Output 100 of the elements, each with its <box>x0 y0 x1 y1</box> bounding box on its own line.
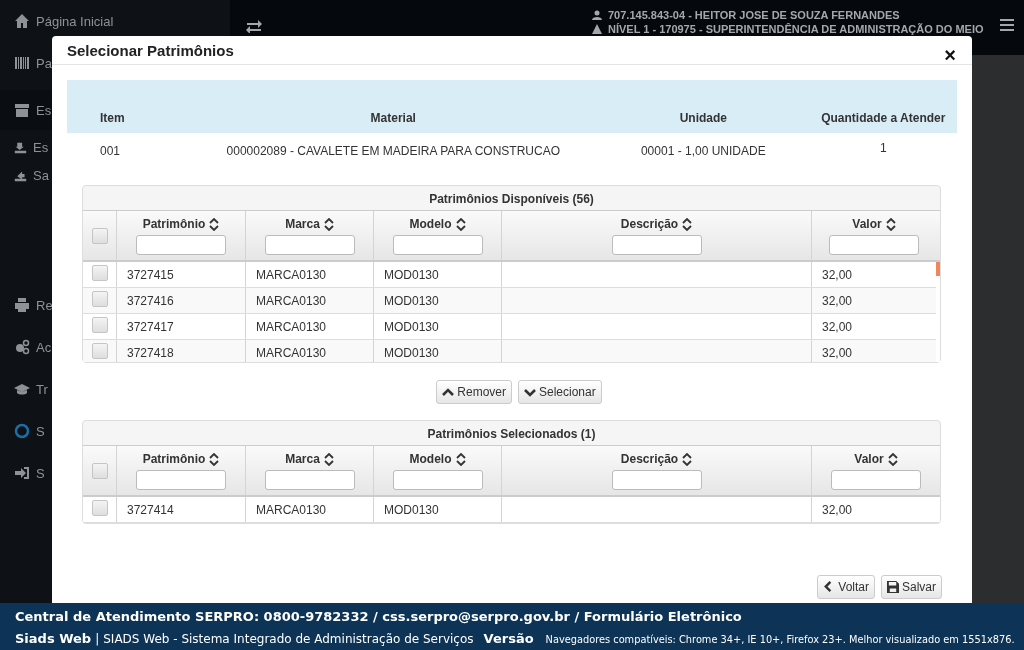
unit-name: NÍVEL 1 - 170975 - SUPERINTENDÊNCIA DE ADMINISTRAÇÃO DO MEIO <box>608 23 984 35</box>
sidebar-item[interactable]: Es <box>0 134 49 160</box>
column-header[interactable]: Patrimônio <box>142 452 206 466</box>
column-header[interactable]: Marca <box>285 452 320 466</box>
filter-field[interactable] <box>831 470 921 490</box>
table-cell: MOD0130 <box>374 497 502 522</box>
graduation-cap-icon <box>14 381 30 397</box>
table-cell: 3727415 <box>117 262 246 287</box>
barcode-icon <box>14 55 30 71</box>
home-icon <box>14 13 30 29</box>
sidebar-item[interactable]: Página Inicial <box>0 6 114 36</box>
sidebar-item[interactable]: Pa <box>0 48 52 78</box>
dialog-button[interactable]: Voltar <box>817 575 875 599</box>
sort-icon <box>885 217 896 231</box>
checkbox[interactable] <box>91 227 108 244</box>
checkbox[interactable] <box>91 343 108 359</box>
separator-text: | <box>95 631 100 648</box>
checkbox[interactable] <box>91 500 108 516</box>
sort-icon <box>455 217 466 231</box>
checkbox[interactable] <box>91 265 108 281</box>
chevron-down-icon <box>524 386 536 398</box>
dialog-button[interactable]: Salvar <box>881 575 942 599</box>
sidebar-item[interactable]: Es <box>0 90 52 130</box>
table-cell: 1 <box>809 133 957 169</box>
close-button[interactable]: × <box>944 47 956 63</box>
column-header[interactable]: Marca <box>285 217 320 231</box>
sort-icon <box>323 217 334 231</box>
checkbox[interactable] <box>91 462 108 479</box>
checkbox[interactable] <box>91 317 108 333</box>
filter-field[interactable] <box>611 235 702 255</box>
column-header: Material <box>189 80 598 133</box>
inbox-icon <box>14 140 27 154</box>
sort-icon <box>209 217 220 231</box>
table-cell: MARCA0130 <box>246 262 374 287</box>
column-header: Quantidade a Atender <box>809 80 957 133</box>
table-cell: 001 <box>67 133 190 169</box>
column-header[interactable]: Valor <box>852 217 882 231</box>
sidebar-item[interactable]: Tr <box>0 374 48 404</box>
table-cell-text: 32,00 <box>821 266 854 284</box>
filter-field[interactable] <box>611 470 702 490</box>
sidebar-item[interactable]: Re <box>0 290 53 320</box>
sidebar-item[interactable]: S <box>0 416 45 446</box>
column-header[interactable]: Modelo <box>409 217 452 231</box>
column-header[interactable]: Modelo <box>409 452 452 466</box>
archive-icon <box>14 102 30 118</box>
table-cell: 3727416 <box>117 288 246 313</box>
filter-field[interactable] <box>392 235 483 255</box>
column-header[interactable]: Patrimônio <box>142 217 206 231</box>
filter-field[interactable] <box>264 470 355 490</box>
sort-icon <box>682 217 693 231</box>
app-name: Siads Web <box>15 630 92 648</box>
table-cell: 000002089 - CAVALETE EM MADEIRA PARA CONSTRUCAO <box>189 133 598 169</box>
move-button[interactable]: Remover <box>436 380 512 404</box>
user-name: 707.145.843-04 - HEITOR JOSE DE SOUZA FERNANDES <box>608 9 900 21</box>
browser-note: Navegadores compatíveis: Chrome 34+, IE 10+, Firefox 23+. Melhor visualizado em 1551x876. <box>545 633 1015 647</box>
filter-field[interactable] <box>136 235 226 255</box>
printer-icon <box>14 297 30 313</box>
table-cell: 3727418 <box>117 340 246 362</box>
table-cell-text: 32,00 <box>821 318 854 336</box>
table-cell: 3727417 <box>117 314 246 339</box>
filter-field[interactable] <box>264 235 355 255</box>
sign-in-icon <box>14 465 30 481</box>
sort-icon <box>209 452 220 466</box>
chevron-up-icon <box>442 386 455 398</box>
column-header[interactable]: Descrição <box>620 452 679 466</box>
column-header[interactable]: Descrição <box>620 217 679 231</box>
menu-icon <box>1000 19 1014 31</box>
user-icon <box>592 10 602 20</box>
table-cell: MARCA0130 <box>246 288 374 313</box>
dialog-title: Selecionar Patrimônios <box>67 41 234 59</box>
scroll-thumb[interactable] <box>936 262 940 276</box>
sort-icon <box>887 452 898 466</box>
move-button[interactable]: Selecionar <box>518 380 602 404</box>
table-cell-text: 32,00 <box>821 292 854 310</box>
table-cell: MARCA0130 <box>246 340 374 362</box>
sidebar-item[interactable]: Ac <box>0 332 52 362</box>
version-label: Versão <box>483 630 534 648</box>
filter-field[interactable] <box>136 470 226 490</box>
column-header: Item <box>67 80 190 133</box>
column-header: Unidade <box>597 80 810 133</box>
table-cell: MOD0130 <box>374 314 502 339</box>
gears-icon <box>14 339 30 355</box>
table-cell-text: 32,00 <box>821 344 854 362</box>
swap-icon <box>246 19 262 33</box>
circle-icon <box>14 423 30 439</box>
system-name: SIADS Web - Sistema Integrado de Administração de Serviços <box>103 631 474 648</box>
table-cell: 3727414 <box>117 497 246 522</box>
filter-field[interactable] <box>392 470 483 490</box>
panel-title: Patrimônios Disponíveis (56) <box>428 191 595 208</box>
sort-icon <box>323 452 334 466</box>
level-icon <box>592 24 602 34</box>
sidebar-item[interactable]: Sa <box>0 162 49 188</box>
column-header[interactable]: Valor <box>854 452 884 466</box>
sort-icon <box>682 452 693 466</box>
sidebar-item[interactable]: S <box>0 458 45 488</box>
sort-icon <box>455 452 466 466</box>
checkbox[interactable] <box>91 291 108 307</box>
filter-field[interactable] <box>829 235 919 255</box>
table-cell: MARCA0130 <box>246 314 374 339</box>
table-cell: 00001 - 1,00 UNIDADE <box>597 133 810 169</box>
